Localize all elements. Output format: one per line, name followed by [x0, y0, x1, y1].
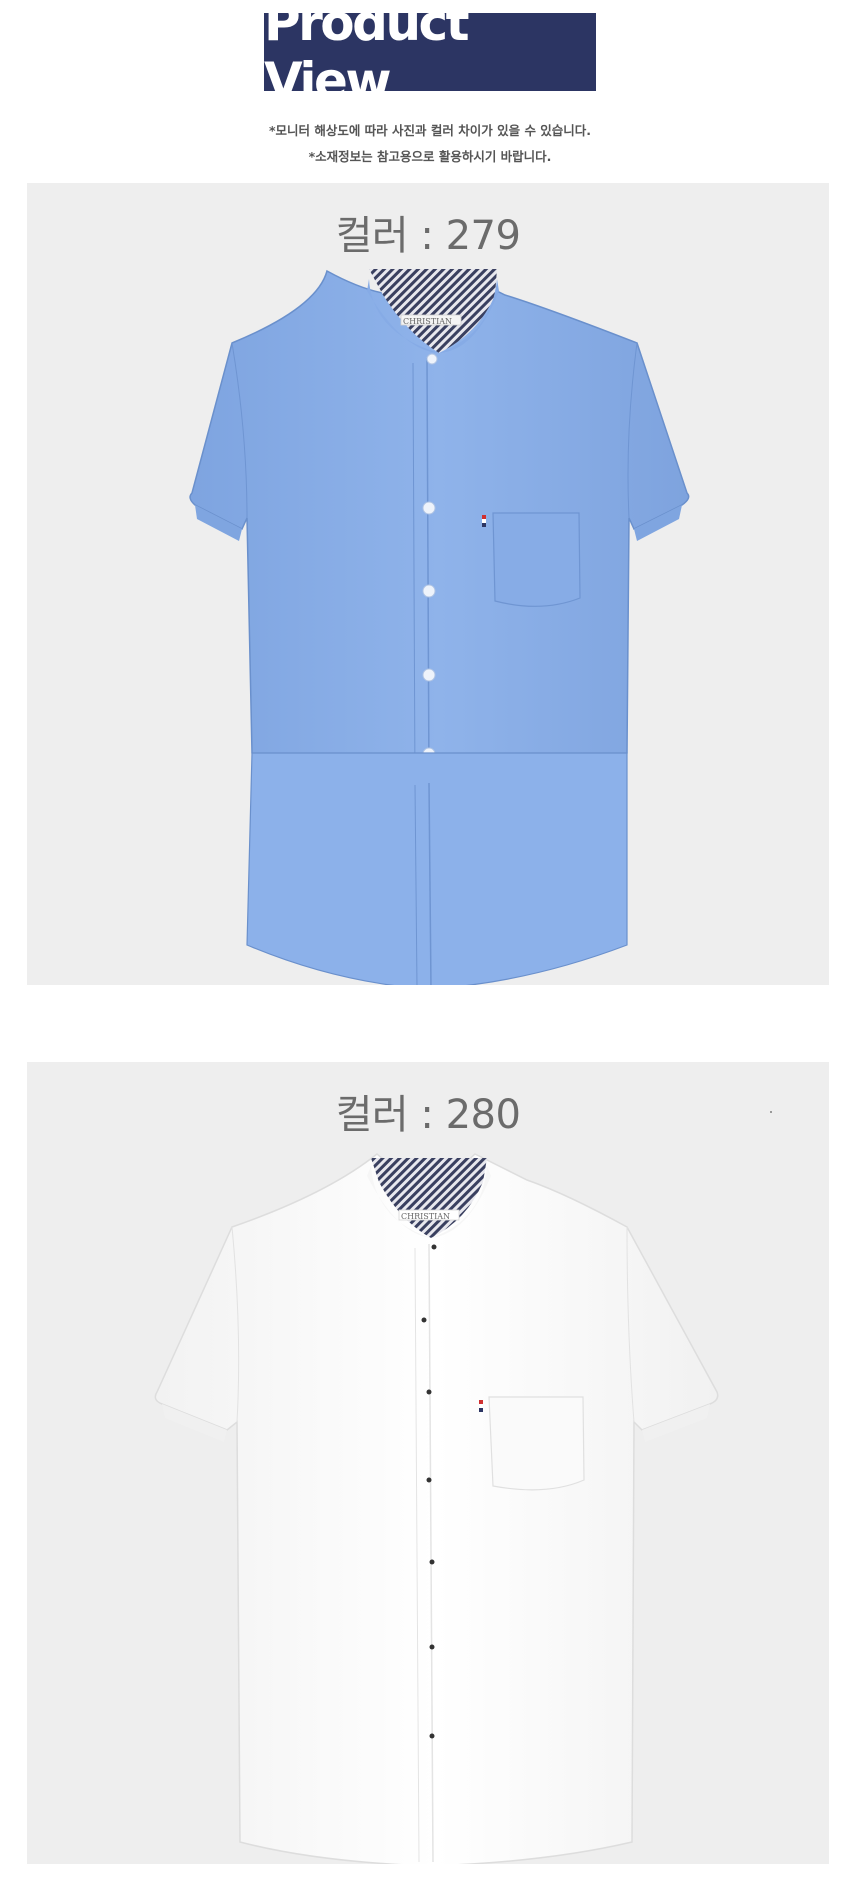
product-panel-279: 컬러 : 279 CHRISTIAN: [27, 183, 829, 985]
brand-tag-text: CHRISTIAN: [401, 1212, 450, 1221]
shirt-image-white: CHRISTIAN: [154, 1153, 719, 1864]
notice-monitor: *모니터 해상도에 따라 사진과 컬러 차이가 있을 수 있습니다.: [268, 123, 592, 138]
page-title: Product View: [264, 0, 596, 110]
shirt-image-blue: CHRISTIAN: [189, 269, 690, 985]
product-panel-280: 컬러 : 280 CHRISTIAN: [27, 1062, 829, 1864]
brand-tag-text: CHRISTIAN: [403, 317, 452, 326]
notice-material: *소재정보는 참고용으로 활용하시기 바랍니다.: [308, 149, 552, 164]
